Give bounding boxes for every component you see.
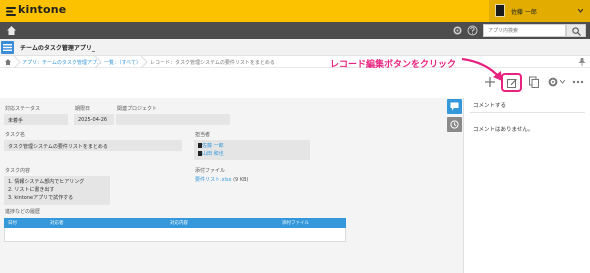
breadcrumb-app-link[interactable]: アプリ：チームのタスク管理アプ... (22, 59, 102, 66)
attachment-file: 要件リスト.xlsx (9 KB) (195, 176, 249, 183)
home-icon[interactable] (6, 25, 17, 36)
brand-logo[interactable]: kintone (18, 3, 66, 16)
top-bar: kintone 佐藤 一郎 (0, 0, 590, 22)
user-name: 佐藤 一郎 (511, 9, 537, 16)
duplicate-record-icon[interactable] (528, 76, 540, 88)
column-header: 対応内容 (170, 221, 188, 226)
assignee-list: 佐藤 一郎 山田 和也 (194, 140, 310, 160)
record-detail: 対応ステータス 未着手 期限日 2025-04-26 関連プロジェクト タスク名… (0, 98, 446, 273)
breadcrumb-current: レコード：タスク管理システムの要件リストをまとめる (150, 60, 275, 66)
breadcrumb-view-link[interactable]: 一覧：（すべて） (104, 59, 141, 66)
column-header: 添付ファイル (282, 221, 309, 226)
task-detail-value: 1. 情報システム部内でヒアリング 2. リストに書き出す 3. kintone… (4, 176, 110, 205)
gear-icon[interactable] (547, 76, 559, 88)
history-icon (450, 120, 459, 129)
breadcrumb-separator-icon (94, 56, 102, 68)
comment-panel: コメントする コメントはありません。 (463, 98, 590, 273)
avatar (495, 4, 505, 17)
attachment-link[interactable]: 要件リスト.xlsx (195, 177, 232, 183)
user-menu[interactable]: 佐藤 一郎 (489, 0, 590, 22)
app-search-input[interactable] (483, 24, 566, 37)
search-button[interactable] (566, 24, 586, 37)
comment-tab-button[interactable] (447, 99, 462, 114)
chevron-down-icon (578, 9, 583, 13)
app-title-bar: チームのタスク管理アプリ_ (0, 39, 590, 56)
task-detail-line: 2. リストに書き出す (8, 187, 55, 193)
task-name-label: タスク名 (5, 132, 26, 138)
project-label: 関連プロジェクト (117, 106, 158, 112)
breadcrumb-separator-icon (13, 56, 21, 68)
assignee-name: 山田 和也 (202, 151, 224, 157)
breadcrumb-separator-icon (140, 56, 148, 68)
app-icon[interactable] (1, 41, 14, 54)
gear-icon[interactable] (452, 25, 463, 36)
task-name-value: タスク管理システムの要件リストをまとめる (4, 140, 182, 151)
assignee-item[interactable]: 佐藤 一郎 (198, 142, 258, 149)
divider (470, 112, 585, 113)
column-header: 日付 (8, 221, 17, 226)
history-table-header: 日付 対応者 対応内容 添付ファイル (4, 218, 346, 228)
status-value: 未着手 (4, 114, 68, 125)
page-title[interactable]: チームのタスク管理アプリ_ (20, 43, 95, 52)
assignee-name: 佐藤 一郎 (202, 143, 224, 149)
search-icon (572, 27, 581, 36)
history-tab-button[interactable] (447, 117, 462, 132)
due-date-value: 2025-04-26 (74, 114, 114, 125)
attachment-label: 添付ファイル (195, 168, 226, 174)
kintone-logo-icon (6, 7, 16, 16)
task-detail-label: タスク内容 (5, 168, 31, 174)
annotation-arrow-icon (461, 57, 502, 81)
list-icon (3, 44, 12, 51)
task-detail-line: 1. 情報システム部内でヒアリング (8, 179, 85, 185)
chevron-down-icon[interactable] (560, 80, 565, 84)
edit-icon (507, 79, 517, 88)
task-detail-line: 3. kintoneアプリで試作する (8, 195, 74, 201)
assignee-label: 担当者 (195, 132, 211, 138)
comment-icon (450, 102, 459, 111)
project-value (116, 114, 230, 125)
global-header (0, 22, 590, 39)
instruction-annotation: レコード編集ボタンをクリック (330, 60, 457, 70)
due-date-label: 期限日 (75, 106, 91, 112)
comment-empty-text: コメントはありません。 (473, 127, 534, 133)
column-header: 対応者 (50, 221, 64, 226)
comment-post-link[interactable]: コメントする (473, 101, 506, 109)
more-options-icon[interactable] (572, 76, 584, 88)
pin-icon[interactable] (578, 58, 586, 66)
assignee-item[interactable]: 山田 和也 (198, 150, 258, 157)
home-icon[interactable] (5, 59, 11, 65)
attachment-size: (9 KB) (233, 177, 249, 183)
history-table-empty-row (4, 228, 346, 242)
help-icon[interactable] (467, 25, 478, 36)
history-label: 進捗などの履歴 (5, 209, 41, 215)
status-label: 対応ステータス (5, 106, 41, 112)
